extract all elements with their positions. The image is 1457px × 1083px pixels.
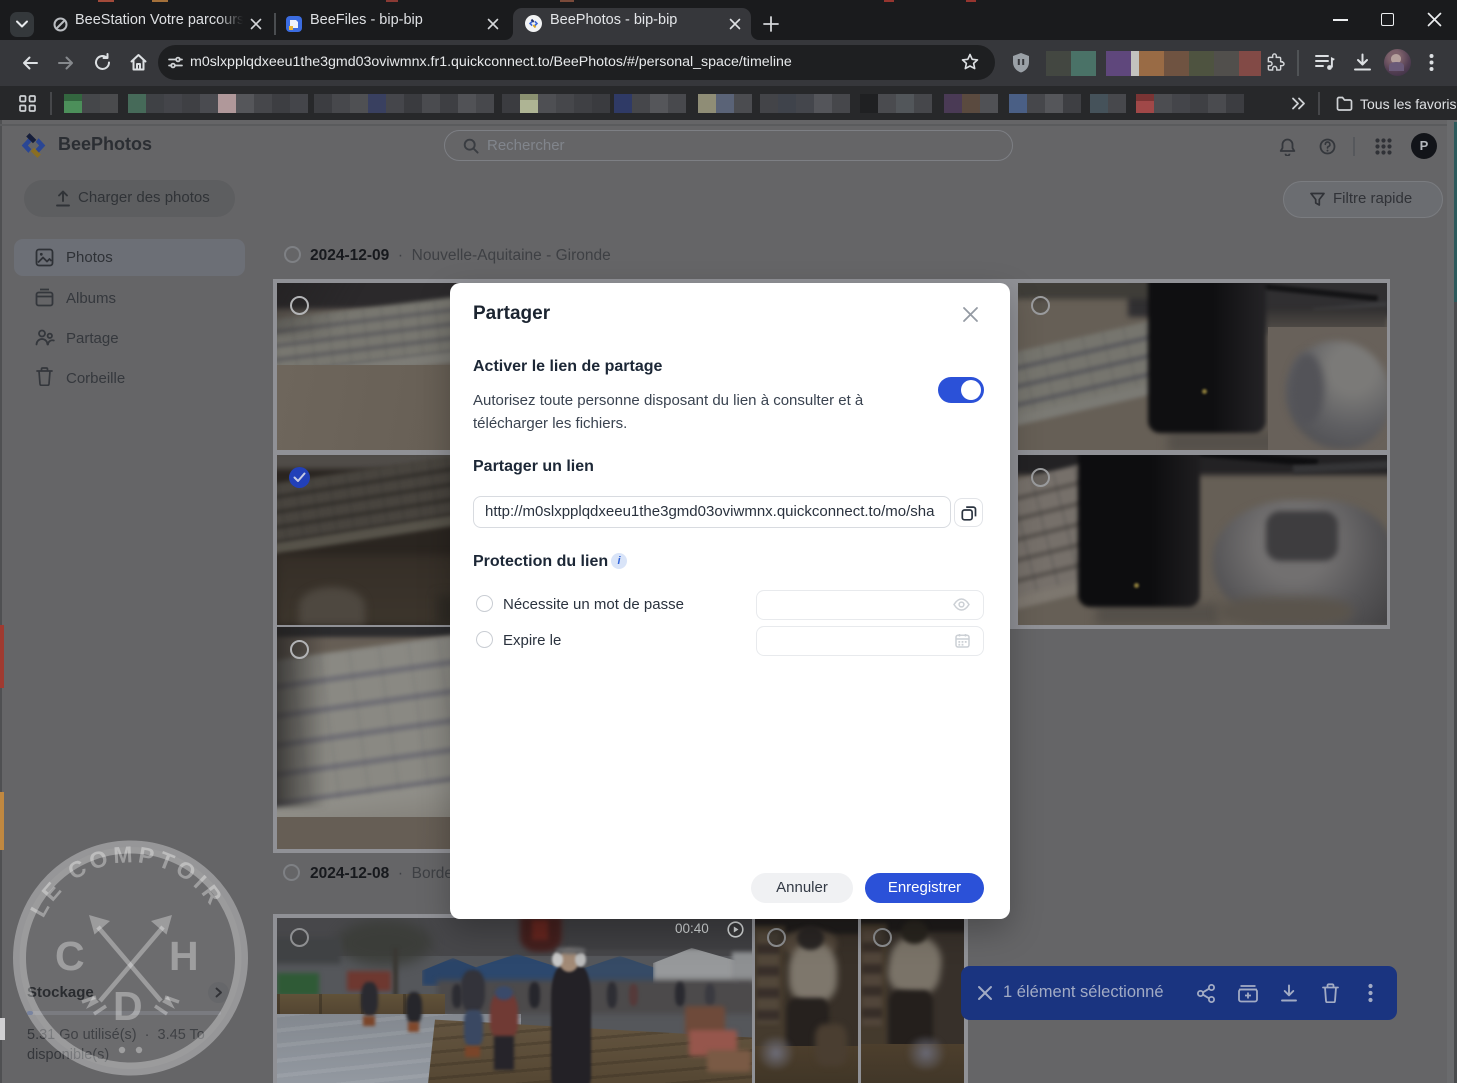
svg-text:C: C bbox=[55, 933, 85, 979]
svg-text:D: D bbox=[113, 983, 143, 1029]
svg-text:H: H bbox=[169, 933, 199, 979]
